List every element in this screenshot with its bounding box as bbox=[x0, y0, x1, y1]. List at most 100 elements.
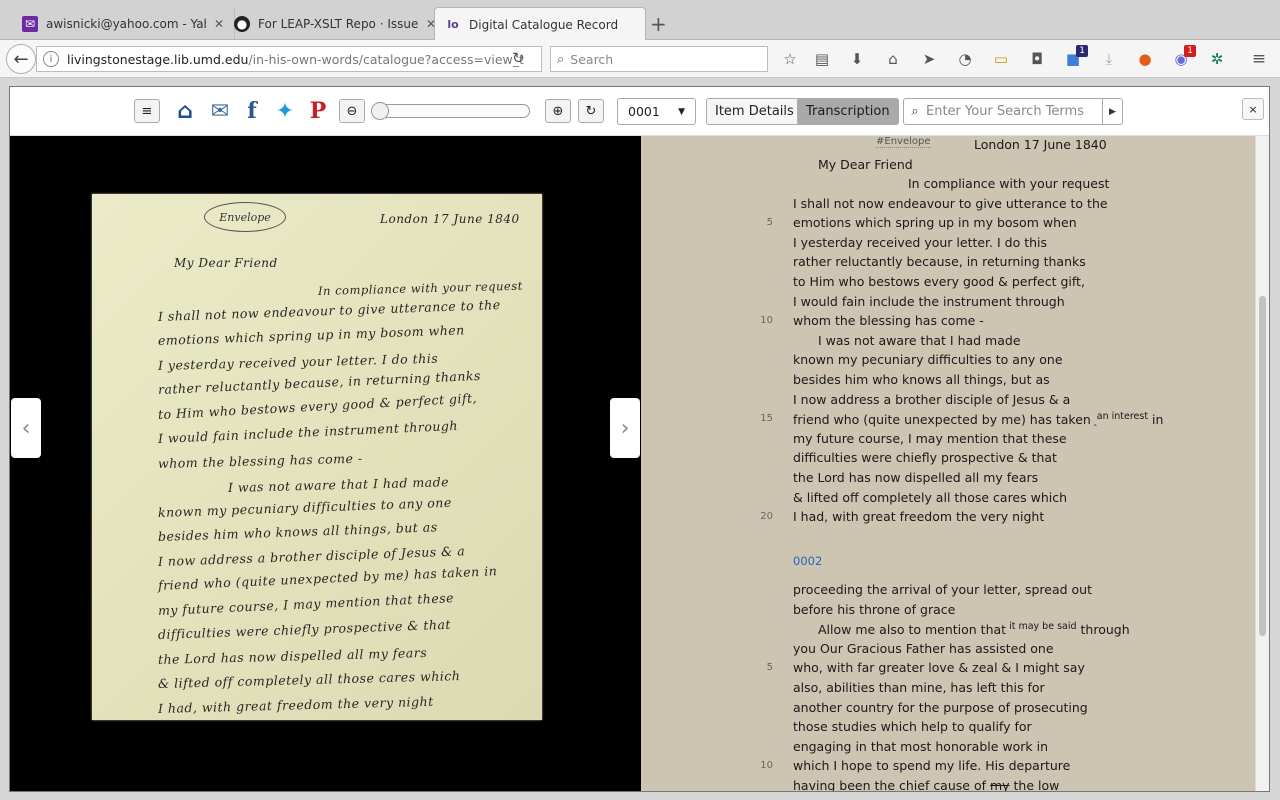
pinterest-icon[interactable]: P bbox=[307, 97, 329, 125]
page-link-0002[interactable]: 0002 bbox=[793, 554, 822, 568]
viewer-toolbar: ≡ ⌂ ✉ f ✦ P ⊖ ⊕ ↻ 0001 ▼ Item Details Tr… bbox=[10, 87, 1269, 136]
download-icon[interactable]: ⬇ bbox=[846, 49, 868, 69]
transcription-salutation: My Dear Friend bbox=[818, 157, 913, 172]
extension-icon[interactable]: ■ 1 bbox=[1062, 45, 1088, 69]
mail-icon: ✉ bbox=[22, 16, 38, 32]
arrow-left-icon: ← bbox=[13, 48, 29, 70]
new-tab-icon[interactable]: + bbox=[650, 12, 667, 36]
transcription-line: & lifted off completely all those cares … bbox=[793, 490, 1067, 505]
scrollbar-thumb[interactable] bbox=[1259, 296, 1266, 636]
twitter-icon[interactable]: ✦ bbox=[272, 97, 298, 125]
line-number: 10 bbox=[760, 760, 773, 772]
previous-page-button[interactable]: ‹ bbox=[11, 398, 41, 458]
transcription-line: besides him who knows all things, but as bbox=[793, 372, 1050, 387]
privacy-badger-icon[interactable]: ◉ 1 bbox=[1170, 45, 1196, 69]
transcription-line-text: engaging in that most honorable work in bbox=[793, 738, 1049, 754]
manuscript-line: I shall not now endeavour to give uttera… bbox=[157, 296, 501, 324]
transcription-line: emotions which spring up in my bosom whe… bbox=[793, 215, 1077, 230]
facebook-icon[interactable]: f bbox=[242, 97, 262, 125]
github-icon: ● bbox=[234, 16, 250, 32]
close-icon[interactable]: ✕ bbox=[214, 17, 224, 31]
browser-search-input[interactable]: ⌕ Search bbox=[550, 46, 768, 72]
transcription-line: known my pecuniary difficulties to any o… bbox=[793, 352, 1063, 367]
deleted-text: my bbox=[989, 778, 1010, 791]
transcription-line-text: & lifted off completely all those cares … bbox=[793, 489, 1068, 505]
transcription-line: Allow me also to mention that it may be … bbox=[818, 621, 1130, 637]
transcription-line-text: emotions which spring up in my bosom whe… bbox=[793, 215, 1077, 231]
line-number: 5 bbox=[766, 217, 773, 229]
transcription-scrollbar[interactable] bbox=[1255, 136, 1269, 791]
manuscript-line: emotions which spring up in my bosom whe… bbox=[157, 322, 465, 348]
transcription-line-text: you Our Gracious Father has assisted one bbox=[793, 640, 1054, 656]
line-number: 10 bbox=[760, 315, 773, 327]
close-button[interactable]: × bbox=[1242, 98, 1264, 120]
downloads-arrow-icon[interactable]: ⤓ bbox=[1098, 49, 1120, 69]
transcription-line: I had, with great freedom the very night bbox=[793, 509, 1044, 524]
tab-yahoo-mail[interactable]: ✉ awisnicki@yahoo.com - Yahoo ✕ bbox=[12, 8, 236, 40]
manuscript-line: whom the blessing has come - bbox=[157, 450, 363, 471]
transcription-line: my future course, I may mention that the… bbox=[793, 431, 1067, 446]
email-icon[interactable]: ✉ bbox=[206, 97, 234, 125]
image-viewer[interactable]: Envelope London 17 June 1840 My Dear Fri… bbox=[10, 136, 641, 791]
search-go-button[interactable]: ▶ bbox=[1102, 99, 1122, 124]
manuscript-line: I was not aware that I had made bbox=[227, 474, 450, 495]
catalogue-search-input[interactable]: ⌕ Enter Your Search Terms ▶ bbox=[903, 98, 1123, 125]
gear-extension-icon[interactable]: ✲ bbox=[1206, 49, 1228, 69]
reset-button[interactable]: ↻ bbox=[578, 99, 604, 123]
privacy-badge: 1 bbox=[1184, 45, 1196, 57]
envelope-tag[interactable]: #Envelope bbox=[876, 136, 931, 148]
transcription-line-text: I now address a brother disciple of Jesu… bbox=[793, 391, 1071, 407]
history-icon[interactable]: ◔ bbox=[954, 49, 976, 69]
duckduckgo-icon[interactable]: ● bbox=[1134, 49, 1156, 69]
back-button[interactable]: ← bbox=[6, 44, 36, 74]
refresh-icon: ↻ bbox=[585, 103, 597, 119]
transcription-line-text: the Lord has now dispelled all my fears bbox=[793, 470, 1039, 485]
transcription-line-text: I had, with great freedom the very night bbox=[793, 509, 1045, 525]
menu-button[interactable]: ≡ bbox=[134, 99, 160, 123]
transcription-line-text: besides him who knows all things, but as bbox=[793, 372, 1050, 387]
transcription-button[interactable]: Transcription bbox=[797, 98, 899, 125]
transcription-line-text: Allow me also to mention that bbox=[818, 622, 1007, 638]
transcription-line-tail: through bbox=[1076, 622, 1130, 638]
tab-title: For LEAP-XSLT Repo · Issue # bbox=[258, 17, 418, 31]
ruler-icon[interactable]: ▭ bbox=[990, 49, 1012, 69]
reading-list-icon[interactable]: ▤ bbox=[811, 49, 833, 69]
tab-digital-catalogue[interactable]: lo Digital Catalogue Record | Liv bbox=[434, 7, 646, 41]
transcription-line: I now address a brother disciple of Jesu… bbox=[793, 392, 1070, 407]
pocket-icon[interactable]: ◘ bbox=[1026, 49, 1048, 69]
hamburger-menu-icon[interactable]: ≡ bbox=[1248, 49, 1270, 69]
bookmark-star-icon[interactable]: ☆ bbox=[779, 49, 801, 69]
transcription-line-text: which I hope to spend my life. His depar… bbox=[793, 758, 1071, 774]
transcription-line: you Our Gracious Father has assisted one bbox=[793, 641, 1054, 656]
home-icon[interactable]: ⌂ bbox=[171, 97, 199, 125]
transcription-line-text: I would fain include the instrument thro… bbox=[793, 293, 1065, 309]
chevron-right-icon: › bbox=[620, 415, 630, 441]
zoom-out-button[interactable]: ⊖ bbox=[339, 99, 365, 123]
transcription-line-text: I yesterday received your letter. I do t… bbox=[793, 234, 1048, 250]
info-icon[interactable]: i bbox=[43, 51, 59, 67]
transcription-line: whom the blessing has come - bbox=[793, 313, 984, 328]
tab-github-issue[interactable]: ● For LEAP-XSLT Repo · Issue # ✕ bbox=[224, 8, 448, 40]
url-host: livingstonestage.lib.umd.edu bbox=[67, 51, 249, 67]
transcription-line: before his throne of grace bbox=[793, 602, 955, 617]
transcription-line-text: friend who (quite unexpected by me) has … bbox=[793, 412, 1091, 428]
zoom-in-button[interactable]: ⊕ bbox=[545, 99, 571, 123]
search-placeholder: Enter Your Search Terms bbox=[926, 104, 1084, 119]
reload-icon[interactable]: ↻ bbox=[512, 49, 525, 67]
transcription-line-text: another country for the purpose of prose… bbox=[793, 699, 1088, 715]
send-icon[interactable]: ➤ bbox=[918, 49, 940, 69]
item-details-button[interactable]: Item Details bbox=[706, 98, 803, 125]
transcription-line: rather reluctantly because, in returning… bbox=[793, 254, 1086, 269]
home-icon[interactable]: ⌂ bbox=[882, 49, 904, 69]
transcription-line: which I hope to spend my life. His depar… bbox=[793, 758, 1070, 773]
interlinear-insertion: an interest bbox=[1096, 411, 1149, 423]
zoom-slider[interactable] bbox=[371, 102, 530, 120]
transcription-panel[interactable]: #Envelope London 17 June 1840 My Dear Fr… bbox=[641, 136, 1255, 791]
page-select[interactable]: 0001 ▼ bbox=[617, 98, 696, 125]
zoom-slider-thumb[interactable] bbox=[371, 102, 389, 120]
transcription-line-text: to Him who bestows every good & perfect … bbox=[793, 274, 1085, 289]
search-placeholder: Search bbox=[570, 51, 614, 67]
url-bar[interactable]: i livingstonestage.lib.umd.edu/in-his-ow… bbox=[36, 46, 542, 72]
next-page-button[interactable]: › bbox=[610, 398, 640, 458]
transcription-line: engaging in that most honorable work in bbox=[793, 739, 1048, 754]
